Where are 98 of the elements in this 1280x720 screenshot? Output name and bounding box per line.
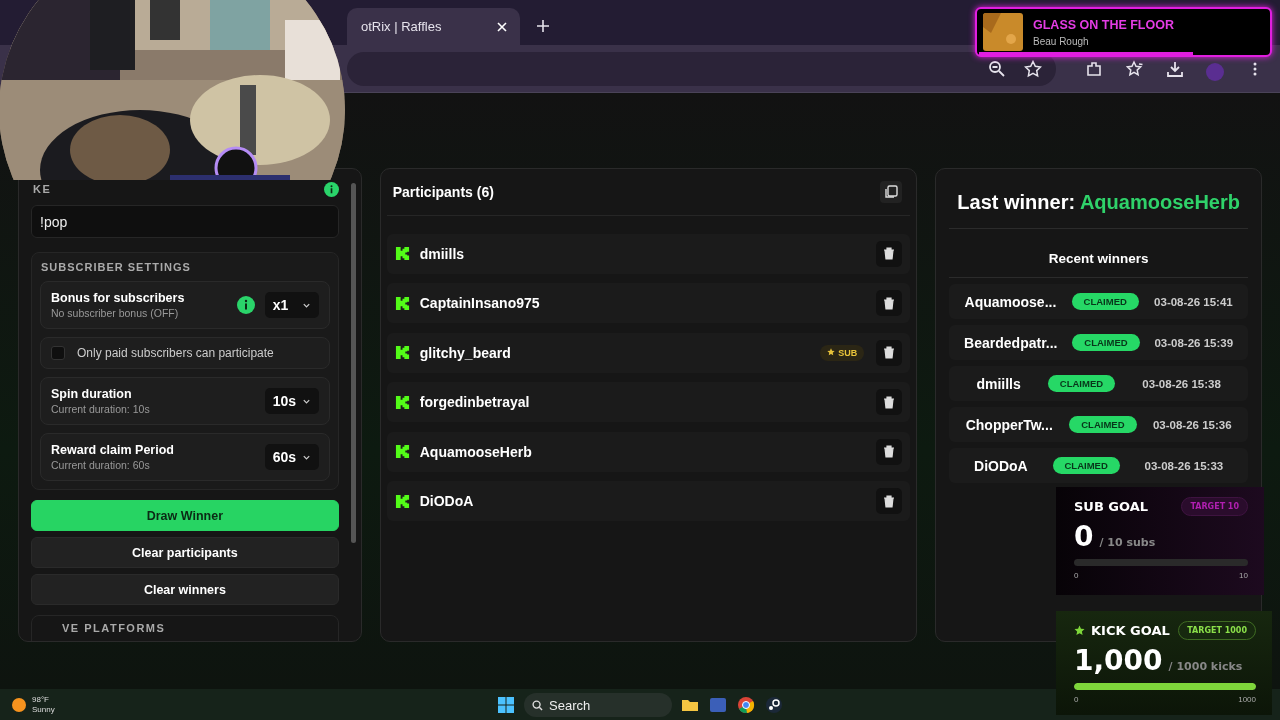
goal-title: SUB GOAL xyxy=(1074,499,1149,514)
participant-name: DiODoA xyxy=(419,493,475,509)
participant-name: dmiills xyxy=(419,245,466,262)
group-title: SUBSCRIBER SETTINGS xyxy=(41,261,192,273)
participant-name: CaptainInsano975 xyxy=(419,295,541,311)
star-icon xyxy=(1074,625,1085,636)
trash-icon xyxy=(883,247,896,260)
goal-count: 0 xyxy=(1074,520,1094,553)
winner-name: dmiills xyxy=(976,375,1021,392)
trash-icon xyxy=(883,445,896,458)
setting-description: Current duration: 10s xyxy=(51,403,151,415)
download-icon[interactable] xyxy=(1166,59,1184,78)
temperature[interactable]: 98°F xyxy=(32,695,55,705)
song-artist: Beau Rough xyxy=(1033,35,1090,47)
action-button[interactable]: Clear participants xyxy=(31,537,339,568)
checkbox-label: Only paid subscribers can participate xyxy=(77,346,274,360)
action-button[interactable]: Draw Winner xyxy=(31,500,339,531)
winner-name: Aquamoose... xyxy=(964,293,1057,310)
sun-icon[interactable] xyxy=(12,698,26,712)
winner-name: Beardedpatr... xyxy=(964,334,1058,351)
song-title: GLASS ON THE FLOOR xyxy=(1033,17,1174,32)
kick-logo-icon xyxy=(394,246,410,261)
kick-logo-icon xyxy=(394,493,410,509)
app-icon[interactable] xyxy=(708,695,728,715)
trash-icon xyxy=(883,346,896,359)
goal-count: 1,000 xyxy=(1074,644,1163,677)
delete-button[interactable] xyxy=(876,438,903,465)
trash-icon xyxy=(883,296,896,310)
kick-logo-icon xyxy=(394,394,410,410)
action-button[interactable]: Clear winners xyxy=(31,574,339,605)
delete-button[interactable] xyxy=(876,339,903,366)
zoom-out-icon[interactable] xyxy=(988,59,1006,78)
start-icon[interactable] xyxy=(496,695,516,715)
scrollbar[interactable] xyxy=(350,183,356,543)
bookmarks-icon[interactable] xyxy=(1126,59,1144,78)
weather-condition[interactable]: Sunny xyxy=(32,705,55,715)
participant-name: AquamooseHerb xyxy=(419,443,533,460)
setting-description: No subscriber bonus (OFF) xyxy=(51,307,180,319)
setting-description: Current duration: 60s xyxy=(51,459,151,471)
win-time: 03-08-26 15:36 xyxy=(1152,418,1232,431)
win-time: 03-08-26 15:39 xyxy=(1154,336,1234,349)
dropdown[interactable]: 10s xyxy=(264,388,319,414)
participant-name: glitchy_beard xyxy=(419,344,512,361)
goal-unit: / 10 subs xyxy=(1099,536,1156,549)
subscriber-badge: SUB xyxy=(820,344,865,361)
album-art-icon xyxy=(983,13,1023,51)
browser-tab[interactable]: otRix | Raffles xyxy=(347,8,520,45)
target-badge: TARGET 10 xyxy=(1181,497,1248,516)
address-bar[interactable] xyxy=(347,51,1056,86)
kick-logo-icon xyxy=(394,444,410,459)
winner-name: DiODoA xyxy=(974,457,1028,474)
status-badge: CLAIMED xyxy=(1072,334,1140,351)
delete-button[interactable] xyxy=(876,290,903,316)
copy-icon[interactable] xyxy=(880,181,903,203)
last-winner-heading: Last winner: AquamooseHerb xyxy=(949,169,1248,229)
group-title: VE PLATFORMS xyxy=(62,622,166,634)
dropdown[interactable]: 60s xyxy=(264,444,319,470)
setting-title: Bonus for subscribers xyxy=(51,291,186,305)
panel-title: Participants (6) xyxy=(392,184,494,200)
new-tab-icon[interactable] xyxy=(536,19,550,33)
keyword-field[interactable]: !pop xyxy=(31,205,339,238)
setting-title: Reward claim Period xyxy=(51,443,175,457)
kick-logo-icon xyxy=(394,295,410,311)
close-icon[interactable] xyxy=(496,20,508,33)
info-icon[interactable] xyxy=(323,181,339,197)
goal-unit: / 1000 kicks xyxy=(1168,660,1243,673)
search-field[interactable]: Search xyxy=(524,693,672,717)
scale-max: 1000 xyxy=(1238,695,1256,704)
status-badge: CLAIMED xyxy=(1071,293,1139,310)
scale-max: 10 xyxy=(1239,571,1248,580)
trash-icon xyxy=(883,494,896,508)
win-time: 03-08-26 15:38 xyxy=(1142,377,1221,390)
status-badge: CLAIMED xyxy=(1069,416,1137,433)
delete-button[interactable] xyxy=(876,389,903,415)
star-icon xyxy=(827,347,836,356)
delete-button[interactable] xyxy=(876,240,903,267)
search-icon xyxy=(532,699,543,711)
trash-icon xyxy=(883,395,896,409)
dropdown[interactable]: x1 xyxy=(264,292,319,318)
win-time: 03-08-26 15:33 xyxy=(1144,459,1224,472)
participant-name: forgedinbetrayal xyxy=(419,394,531,410)
status-badge: CLAIMED xyxy=(1047,375,1116,392)
scale-min: 0 xyxy=(1074,695,1079,704)
delete-button[interactable] xyxy=(876,488,903,514)
kick-logo-icon xyxy=(394,345,410,360)
chrome-icon[interactable] xyxy=(736,695,756,715)
section-title: Recent winners xyxy=(949,229,1248,278)
scale-min: 0 xyxy=(1074,571,1079,580)
target-badge: TARGET 1000 xyxy=(1178,621,1256,640)
section-label: KE xyxy=(33,183,52,195)
info-icon[interactable] xyxy=(236,296,255,314)
winner-name: ChopperTw... xyxy=(965,416,1053,433)
goal-title: KICK GOAL xyxy=(1091,623,1170,638)
status-badge: CLAIMED xyxy=(1052,457,1120,474)
win-time: 03-08-26 15:41 xyxy=(1154,295,1233,308)
bookmark-star-icon[interactable] xyxy=(1024,59,1042,78)
setting-title: Spin duration xyxy=(51,387,133,401)
checkbox[interactable] xyxy=(51,346,65,360)
